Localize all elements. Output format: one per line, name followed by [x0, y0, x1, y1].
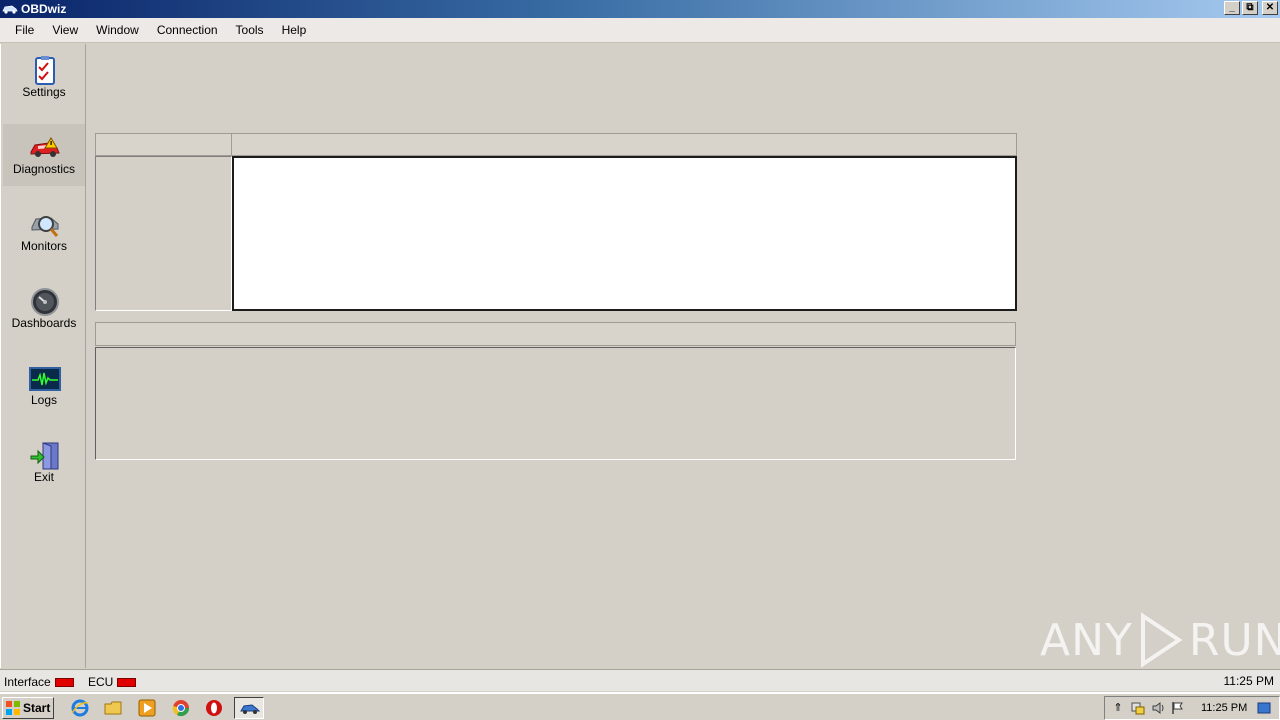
watermark-text-right: RUN: [1188, 614, 1280, 666]
status-time: 11:25 PM: [1223, 674, 1274, 688]
window-title: OBDwiz: [21, 2, 67, 16]
diagnostics-panel: [95, 133, 1017, 311]
interface-label: Interface: [4, 675, 51, 689]
sidebar-label-diagnostics: Diagnostics: [12, 162, 76, 176]
sidebar: Settings Diagnostics Monitors Dashboards: [0, 44, 86, 668]
main-content: [87, 44, 1280, 668]
show-desktop-icon[interactable]: [1257, 701, 1271, 715]
close-button[interactable]: ✕: [1262, 1, 1278, 15]
show-hidden-icons-arrow[interactable]: ⇑: [1111, 701, 1125, 715]
menu-connection[interactable]: Connection: [148, 18, 227, 43]
settings-checklist-icon: [35, 56, 55, 85]
anyrun-watermark: ANY RUN: [1040, 612, 1280, 668]
sidebar-label-settings: Settings: [22, 85, 66, 99]
start-label: Start: [23, 701, 51, 715]
taskbar-obdwiz-button[interactable]: [234, 697, 264, 719]
sidebar-label-exit: Exit: [33, 470, 54, 484]
waveform-icon: [29, 367, 61, 391]
system-tray: ⇑ 11:25 PM: [1104, 696, 1280, 720]
folder-icon[interactable]: [104, 699, 122, 717]
chrome-icon[interactable]: [172, 699, 190, 717]
windows-logo-icon: [6, 701, 20, 715]
volume-icon[interactable]: [1151, 701, 1165, 715]
menu-file[interactable]: File: [0, 18, 43, 43]
title-bar: OBDwiz _ ⧉ ✕: [0, 0, 1280, 18]
media-player-icon[interactable]: [138, 699, 156, 717]
car-app-icon: [240, 704, 260, 714]
info-header: [95, 322, 1016, 346]
menu-view[interactable]: View: [43, 18, 87, 43]
car-warning-icon: [30, 137, 60, 157]
start-button[interactable]: Start: [2, 697, 54, 719]
ecu-indicator: [117, 677, 137, 687]
flag-icon[interactable]: [1171, 701, 1185, 715]
code-list[interactable]: [95, 156, 232, 311]
sidebar-label-logs: Logs: [30, 393, 58, 407]
opera-icon[interactable]: [205, 699, 223, 717]
taskbar: Start ⇑ 11:25 PM: [0, 692, 1280, 720]
sidebar-item-monitors[interactable]: Monitors: [3, 201, 85, 263]
info-pane[interactable]: [95, 347, 1016, 460]
interface-indicator: [54, 677, 74, 687]
sidebar-label-dashboards: Dashboards: [11, 316, 77, 330]
watermark-text-left: ANY: [1040, 614, 1133, 666]
status-bar: Interface ECU 11:25 PM: [0, 669, 1280, 691]
network-icon[interactable]: [1131, 701, 1145, 715]
interface-status: Interface: [4, 675, 74, 689]
gauge-icon: [31, 288, 59, 316]
detail-header: [232, 133, 1017, 156]
sidebar-item-logs[interactable]: Logs: [3, 355, 85, 417]
exit-door-icon: [30, 442, 59, 470]
car-app-icon: [2, 5, 18, 14]
taskbar-clock[interactable]: 11:25 PM: [1201, 702, 1247, 714]
menu-tools[interactable]: Tools: [227, 18, 273, 43]
sidebar-item-diagnostics[interactable]: Diagnostics: [3, 124, 85, 186]
menu-help[interactable]: Help: [273, 18, 316, 43]
play-logo-icon: [1140, 612, 1183, 668]
info-panel: [95, 322, 1016, 460]
menu-window[interactable]: Window: [87, 18, 148, 43]
sidebar-label-monitors: Monitors: [20, 239, 67, 253]
minimize-button[interactable]: _: [1224, 1, 1240, 15]
sidebar-item-dashboards[interactable]: Dashboards: [3, 278, 85, 340]
ecu-status: ECU: [88, 675, 137, 689]
ecu-label: ECU: [88, 675, 114, 689]
magnifier-icon: [31, 216, 59, 237]
list-header: [95, 133, 232, 156]
menu-bar: File View Window Connection Tools Help: [0, 18, 1280, 43]
restore-button[interactable]: ⧉: [1242, 1, 1258, 15]
sidebar-item-settings[interactable]: Settings: [3, 47, 85, 109]
internet-explorer-icon[interactable]: [71, 699, 89, 717]
detail-pane[interactable]: [232, 156, 1017, 311]
sidebar-item-exit[interactable]: Exit: [3, 432, 85, 494]
